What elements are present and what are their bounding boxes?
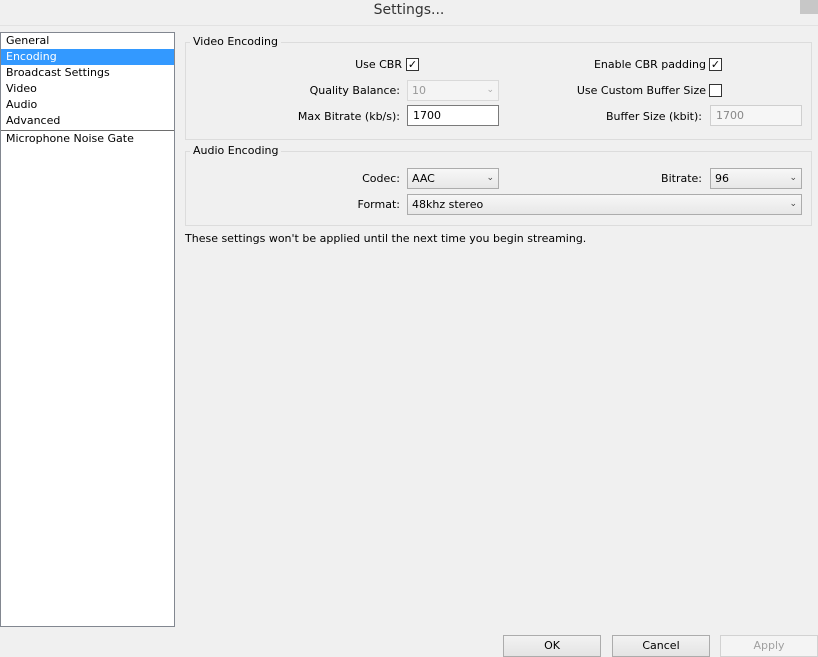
close-button[interactable] xyxy=(800,0,818,14)
bitrate-value: 96 xyxy=(715,172,729,185)
format-value: 48khz stereo xyxy=(412,198,484,211)
sidebar-item-video[interactable]: Video xyxy=(1,81,174,97)
settings-category-list[interactable]: General Encoding Broadcast Settings Vide… xyxy=(0,32,175,627)
check-icon: ✓ xyxy=(710,58,721,71)
use-custom-buffer-label: Use Custom Buffer Size xyxy=(576,84,706,97)
chevron-down-icon: ⌄ xyxy=(486,173,494,183)
chevron-down-icon: ⌄ xyxy=(789,173,797,183)
buffer-size-label: Buffer Size (kbit): xyxy=(606,110,702,123)
quality-balance-select[interactable]: 10 ⌄ xyxy=(407,80,499,101)
quality-balance-value: 10 xyxy=(412,84,426,97)
title-bar: Settings... xyxy=(0,0,818,26)
apply-button[interactable]: Apply xyxy=(720,635,818,657)
cancel-button[interactable]: Cancel xyxy=(612,635,710,657)
chevron-down-icon: ⌄ xyxy=(789,199,797,209)
buffer-size-input[interactable]: 1700 xyxy=(710,105,802,126)
codec-value: AAC xyxy=(412,172,435,185)
enable-cbr-padding-label: Enable CBR padding xyxy=(593,58,706,71)
use-cbr-checkbox[interactable]: ✓ xyxy=(406,58,419,71)
audio-encoding-legend: Audio Encoding xyxy=(190,144,282,157)
enable-cbr-padding-checkbox[interactable]: ✓ xyxy=(709,58,722,71)
codec-select[interactable]: AAC ⌄ xyxy=(407,168,499,189)
bitrate-label: Bitrate: xyxy=(661,172,702,185)
max-bitrate-label: Max Bitrate (kb/s): xyxy=(297,110,400,123)
sidebar-item-audio[interactable]: Audio xyxy=(1,97,174,113)
use-custom-buffer-checkbox[interactable] xyxy=(709,84,722,97)
sidebar-item-encoding[interactable]: Encoding xyxy=(1,49,174,65)
format-label: Format: xyxy=(357,198,400,211)
video-encoding-legend: Video Encoding xyxy=(190,35,282,48)
ok-button[interactable]: OK xyxy=(503,635,601,657)
window-title: Settings... xyxy=(373,2,445,18)
max-bitrate-input[interactable]: 1700 xyxy=(407,105,499,126)
quality-balance-label: Quality Balance: xyxy=(309,84,400,97)
sidebar-item-microphone-noise-gate[interactable]: Microphone Noise Gate xyxy=(1,131,174,147)
sidebar-item-advanced[interactable]: Advanced xyxy=(1,113,174,129)
codec-label: Codec: xyxy=(362,172,400,185)
sidebar-item-general[interactable]: General xyxy=(1,33,174,49)
use-cbr-label: Use CBR xyxy=(355,58,402,71)
format-select[interactable]: 48khz stereo ⌄ xyxy=(407,194,802,215)
sidebar-item-broadcast-settings[interactable]: Broadcast Settings xyxy=(1,65,174,81)
check-icon: ✓ xyxy=(407,58,418,71)
settings-note: These settings won't be applied until th… xyxy=(185,232,587,245)
bitrate-select[interactable]: 96 ⌄ xyxy=(710,168,802,189)
chevron-down-icon: ⌄ xyxy=(486,85,494,95)
